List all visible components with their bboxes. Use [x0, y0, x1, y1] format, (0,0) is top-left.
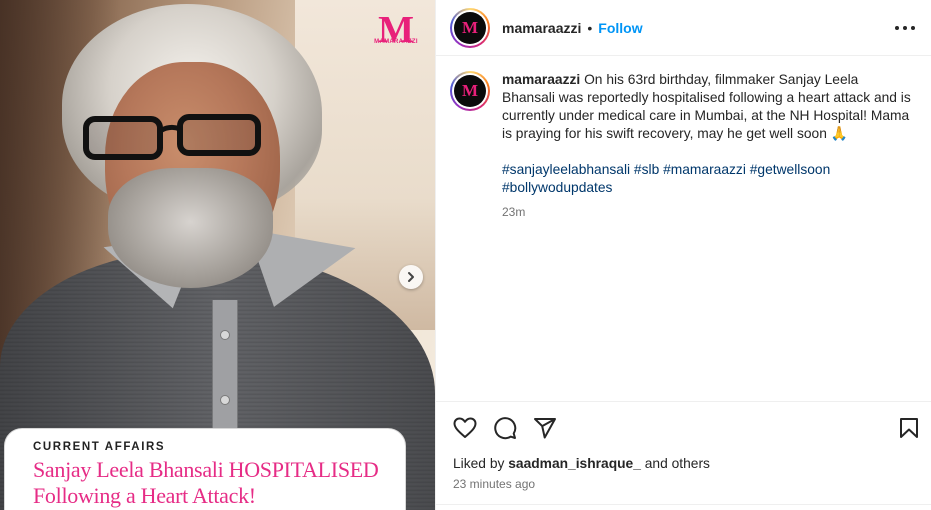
shirt-button — [220, 330, 230, 340]
share-button[interactable] — [532, 415, 558, 441]
liked-by-prefix: Liked by — [453, 456, 505, 471]
comment-button[interactable] — [492, 415, 518, 441]
headline-line-2: Following a Heart Attack! — [33, 483, 256, 508]
glasses — [83, 114, 261, 160]
caption-hashtags[interactable]: #sanjayleelabhansali #slb #mamaraazzi #g… — [502, 161, 912, 197]
headline-line-1: Sanjay Leela Bhansali HOSPITALISED — [33, 457, 379, 482]
post-image[interactable]: M MAMARAAZZI CURRENT AFFAIRS Sanjay Leel… — [0, 0, 435, 510]
bookmark-icon — [900, 418, 918, 438]
caption-avatar[interactable]: M — [450, 71, 490, 111]
headline-text: Sanjay Leela Bhansali HOSPITALISED Follo… — [33, 457, 405, 509]
follow-button[interactable]: Follow — [598, 20, 642, 36]
more-options-icon[interactable] — [895, 18, 915, 38]
header-username[interactable]: mamaraazzi — [502, 20, 581, 36]
separator-dot: • — [587, 19, 593, 36]
avatar-letter: M — [461, 17, 479, 37]
carousel-next-button[interactable] — [399, 265, 423, 289]
divider — [436, 504, 931, 505]
beard — [108, 168, 273, 288]
post-panel: M mamaraazzi • Follow M mamaraazzi On hi… — [435, 0, 931, 510]
comment-icon — [494, 417, 517, 440]
headline-card: CURRENT AFFAIRS Sanjay Leela Bhansali HO… — [4, 428, 406, 510]
heart-icon — [453, 417, 477, 438]
liked-by-suffix[interactable]: and others — [645, 456, 710, 471]
posted-time[interactable]: 23 minutes ago — [436, 477, 931, 491]
post-header: M mamaraazzi • Follow — [436, 0, 931, 56]
save-button[interactable] — [896, 415, 922, 441]
liked-by: Liked by saadman_ishraque_ and others — [436, 456, 931, 471]
brand-logo-text: MAMARAAZZI — [374, 39, 418, 45]
brand-logo: M MAMARAAZZI — [369, 11, 423, 54]
caption-comment: M mamaraazzi On his 63rd birthday, filmm… — [450, 71, 920, 221]
caption-username[interactable]: mamaraazzi — [502, 72, 580, 87]
share-icon — [534, 418, 556, 439]
avatar[interactable]: M — [450, 7, 490, 48]
headline-kicker: CURRENT AFFAIRS — [33, 441, 166, 453]
avatar-letter: M — [461, 81, 479, 100]
caption-time[interactable]: 23m — [502, 203, 912, 221]
action-bar: Liked by saadman_ishraque_ and others 23… — [436, 401, 931, 509]
liked-by-user[interactable]: saadman_ishraque_ — [508, 456, 641, 471]
like-button[interactable] — [452, 415, 478, 441]
caption-body: mamaraazzi On his 63rd birthday, filmmak… — [502, 71, 912, 221]
action-icons — [436, 402, 931, 454]
shirt-button — [220, 395, 230, 405]
carousel-next-icon — [408, 272, 414, 282]
